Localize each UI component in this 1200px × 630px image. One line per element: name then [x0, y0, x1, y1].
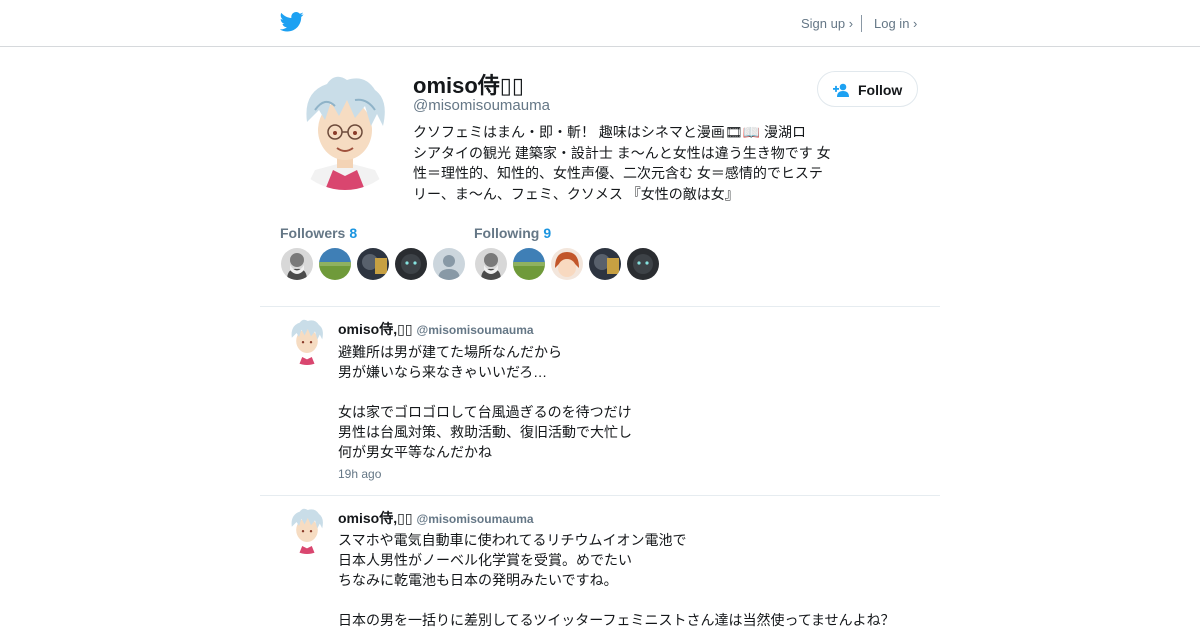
- section-divider: [260, 306, 940, 307]
- bio-line: クソフェミはまん・即・斬！ 趣味はシネマと漫画🎞📖 漫湖ロ: [413, 124, 806, 140]
- tweet-line: ちなみに乾電池も日本の発明みたいですね。: [338, 572, 618, 588]
- follower-avatar[interactable]: [395, 248, 427, 280]
- profile-avatar[interactable]: [285, 70, 405, 190]
- tweet-avatar[interactable]: [283, 317, 331, 365]
- following-avatar[interactable]: [513, 248, 545, 280]
- tweet-line: 女は家でゴロゴロして台風過ぎるのを待つだけ: [338, 404, 632, 420]
- tweet-author-name[interactable]: omiso侍,▯▯: [338, 321, 413, 337]
- profile-screen-name: @misomisoumauma: [413, 97, 550, 114]
- tweet-text: スマホや電気自動車に使われてるリチウムイオン電池で 日本人男性がノーベル化学賞を…: [338, 530, 938, 630]
- following-avatar[interactable]: [627, 248, 659, 280]
- tweet-line: [338, 382, 938, 402]
- tweet-author-handle[interactable]: @misomisoumauma: [417, 512, 534, 526]
- tweet-line: スマホや電気自動車に使われてるリチウムイオン電池で: [338, 532, 687, 548]
- tweet-line: 避難所は男が建てた場所なんだから: [338, 344, 562, 360]
- tweet-line: [338, 590, 938, 610]
- following-avatar[interactable]: [589, 248, 621, 280]
- follower-avatar-default[interactable]: [433, 248, 465, 280]
- bio-line: リー、ま～ん、フェミ、クソメス 『女性の敵は女』: [413, 185, 739, 202]
- following-label: Following: [474, 225, 540, 241]
- follow-button-label: Follow: [858, 82, 903, 98]
- tweet-line: 男性は台風対策、救助活動、復旧活動で大忙し: [338, 424, 632, 440]
- tweet-header: omiso侍,▯▯ @misomisoumauma: [338, 508, 534, 528]
- following-count: 9: [543, 225, 552, 241]
- tweet-header: omiso侍,▯▯ @misomisoumauma: [338, 319, 534, 339]
- tweet-avatar[interactable]: [283, 506, 331, 554]
- tweet-author-name[interactable]: omiso侍,▯▯: [338, 510, 413, 526]
- follower-avatar[interactable]: [281, 248, 313, 280]
- profile-display-name: omiso侍▯▯: [413, 73, 524, 98]
- sign-up-link[interactable]: Sign up ›: [801, 16, 853, 31]
- top-bar: Sign up › Log in ›: [0, 0, 1200, 47]
- followers-count: 8: [349, 225, 358, 241]
- follow-button[interactable]: Follow: [817, 71, 918, 107]
- tweet-line: 日本の男を一括りに差別してるツイッターフェミニストさん達は当然使ってませんよね？: [338, 612, 895, 628]
- profile-bio: クソフェミはまん・即・斬！ 趣味はシネマと漫画🎞📖 漫湖ロ シアタイの観光 建築…: [413, 122, 838, 204]
- bio-line: 性＝理性的、知性的、女性声優、二次元含む 女＝感情的でヒステ: [413, 165, 823, 181]
- following-avatar[interactable]: [475, 248, 507, 280]
- tweet-author-handle[interactable]: @misomisoumauma: [417, 323, 534, 337]
- follower-avatar[interactable]: [357, 248, 389, 280]
- follower-avatar[interactable]: [319, 248, 351, 280]
- tweet-timestamp[interactable]: 19h ago: [338, 467, 381, 481]
- twitter-bird-icon[interactable]: [280, 11, 304, 33]
- tweet-line: 何が男女平等なんだかね: [338, 444, 492, 460]
- tweet-divider: [260, 495, 940, 496]
- followers-stat[interactable]: Followers 8: [280, 225, 357, 241]
- following-stat[interactable]: Following 9: [474, 225, 551, 241]
- following-avatar[interactable]: [551, 248, 583, 280]
- nav-divider: [861, 15, 862, 32]
- tweet-line: 日本人男性がノーベル化学賞を受賞。めでたい: [338, 552, 632, 568]
- tweet-line: 男が嫌いなら来なきゃいいだろ…: [338, 364, 548, 380]
- bio-line: シアタイの観光 建築家・設計士 ま～んと女性は違う生き物です 女: [413, 144, 831, 161]
- tweet-text: 避難所は男が建てた場所なんだから 男が嫌いなら来なきゃいいだろ… 女は家でゴロゴ…: [338, 342, 938, 462]
- log-in-link[interactable]: Log in ›: [874, 16, 917, 31]
- followers-label: Followers: [280, 225, 346, 241]
- add-user-icon: [833, 82, 851, 98]
